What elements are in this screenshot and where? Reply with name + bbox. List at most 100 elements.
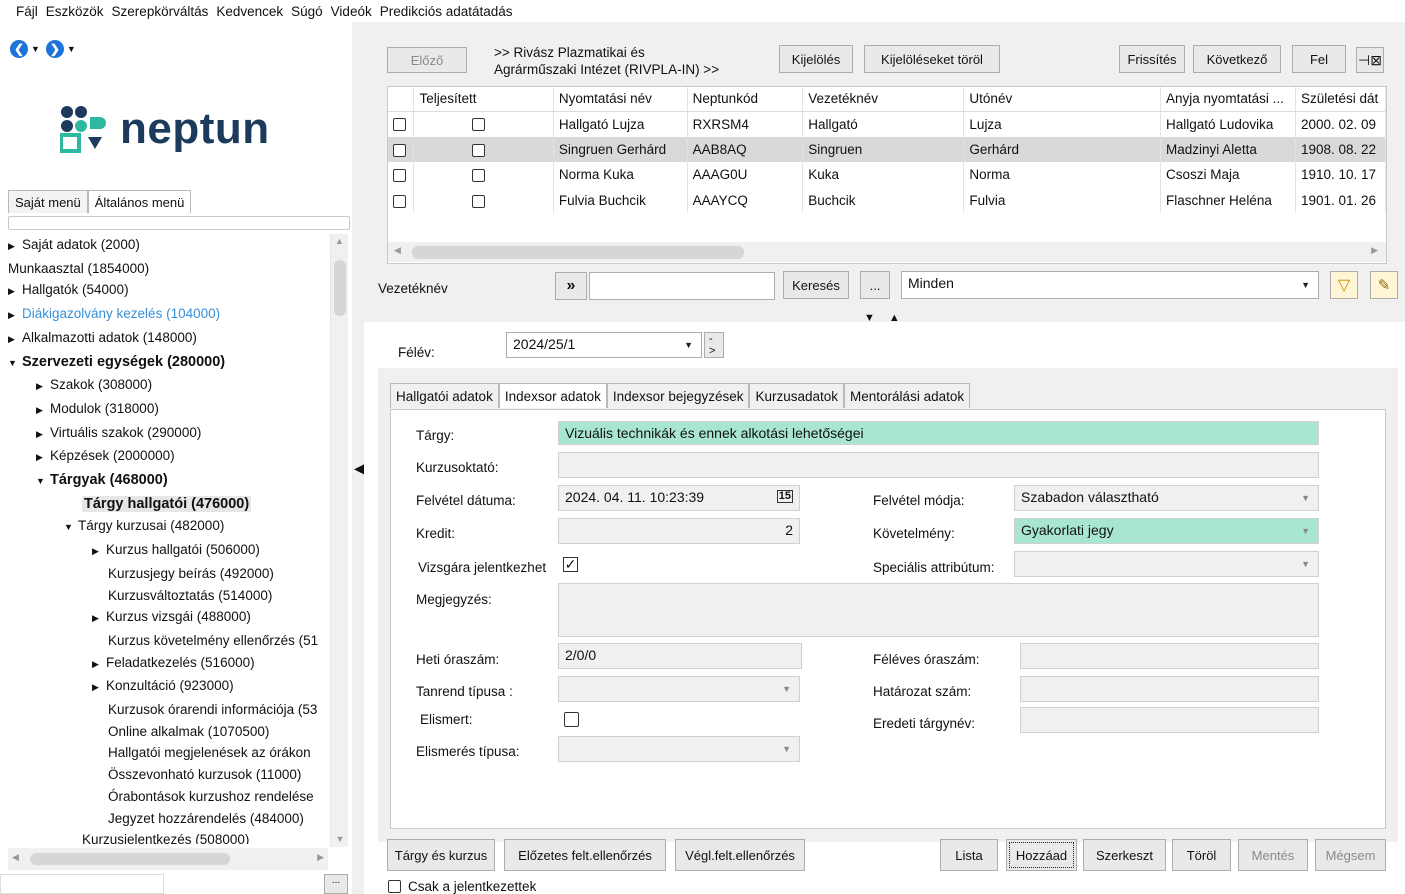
- grid-hscroll-thumb[interactable]: [412, 246, 744, 259]
- tree-item[interactable]: ▶ Szakok (308000): [8, 374, 328, 398]
- search-scope-select[interactable]: Minden ▼: [901, 271, 1319, 299]
- table-row[interactable]: Norma Kuka AAAG0U Kuka Norma Csoszi Maja 1910…: [388, 162, 1386, 188]
- table-row[interactable]: Fulvia Buchcik AAAYCQ Buchcik Fulvia Flaschn…: [388, 187, 1386, 213]
- prev-button[interactable]: Előző: [387, 47, 467, 73]
- delete-button[interactable]: Töröl: [1172, 839, 1231, 871]
- tree-vscroll-thumb[interactable]: [334, 260, 346, 316]
- menu-videos[interactable]: Videók: [331, 4, 372, 19]
- tree-item[interactable]: ▶ Alkalmazotti adatok (148000): [8, 327, 328, 351]
- final-check-button[interactable]: Végl.felt.ellenőrzés: [675, 839, 805, 871]
- col-birth-date[interactable]: Születési dát: [1295, 87, 1386, 112]
- col-mother-name[interactable]: Anyja nyomtatási ...: [1160, 87, 1296, 112]
- tree-item[interactable]: Tárgy hallgatói (476000): [8, 493, 328, 516]
- back-dropdown-icon[interactable]: ▼: [31, 44, 40, 54]
- semester-hours-field[interactable]: [1020, 643, 1319, 669]
- tab-general-menu[interactable]: Általános menü: [87, 190, 192, 213]
- note-field[interactable]: [558, 583, 1319, 637]
- select-button[interactable]: Kijelölés: [779, 45, 853, 73]
- breadcrumb-line2[interactable]: Agrárműszaki Intézet (RIVPLA-IN) >>: [494, 61, 719, 78]
- tree-item[interactable]: ▶ Képzések (2000000): [8, 445, 328, 469]
- expanded-arrow-icon[interactable]: ▼: [36, 471, 50, 493]
- weekly-hours-field[interactable]: 2/0/0: [558, 643, 802, 669]
- enroll-date-field[interactable]: 2024. 04. 11. 10:23:39 15: [558, 485, 800, 511]
- search-button[interactable]: Keresés: [783, 271, 849, 299]
- exam-checkbox[interactable]: ✓: [563, 557, 578, 572]
- up-button[interactable]: Fel: [1292, 45, 1346, 73]
- menu-role-switch[interactable]: Szerepkörváltás: [112, 4, 209, 19]
- filter-icon[interactable]: ▽: [1330, 271, 1358, 299]
- tree-item[interactable]: Munkaasztal (1854000): [8, 258, 328, 280]
- semester-select[interactable]: 2024/25/1 ▼: [506, 332, 702, 358]
- tree-item[interactable]: ▶ Feladatkezelés (516000): [8, 652, 328, 676]
- add-button[interactable]: Hozzáad: [1006, 839, 1077, 871]
- completed-checkbox[interactable]: [472, 169, 486, 183]
- collapsed-arrow-icon[interactable]: ▶: [92, 654, 106, 676]
- calendar-icon[interactable]: 15: [776, 490, 793, 503]
- tree-item[interactable]: Online alkalmak (1070500): [8, 721, 328, 743]
- menu-help[interactable]: Súgó: [291, 4, 323, 19]
- more-search-button[interactable]: ...: [860, 271, 890, 299]
- forward-dropdown-icon[interactable]: ▼: [67, 44, 76, 54]
- row-select-checkbox[interactable]: [393, 169, 406, 183]
- tree-item[interactable]: Kurzusok órarendi információja (53: [8, 699, 328, 721]
- tree-item[interactable]: ▶ Virtuális szakok (290000): [8, 422, 328, 446]
- collapsed-arrow-icon[interactable]: ▶: [36, 424, 50, 446]
- tree-item[interactable]: Összevonható kurzusok (11000): [8, 764, 328, 786]
- completed-checkbox[interactable]: [472, 118, 486, 132]
- semester-next-button[interactable]: ->: [704, 332, 724, 358]
- menu-prediction[interactable]: Predikciós adatátadás: [380, 4, 513, 19]
- next-button[interactable]: Következő: [1193, 45, 1281, 73]
- tree-item[interactable]: ▶ Modulok (318000): [8, 398, 328, 422]
- splitter[interactable]: ◀: [352, 22, 365, 894]
- subject-course-button[interactable]: Tárgy és kurzus: [387, 839, 495, 871]
- tab-own-menu[interactable]: Saját menü: [8, 190, 88, 213]
- left-bottom-field[interactable]: [0, 874, 164, 894]
- col-completed[interactable]: Teljesített: [413, 87, 554, 112]
- list-button[interactable]: Lista: [940, 839, 998, 871]
- collapsed-arrow-icon[interactable]: ▶: [92, 541, 106, 563]
- collapsed-arrow-icon[interactable]: ▶: [36, 447, 50, 469]
- left-bottom-more-button[interactable]: ...: [324, 874, 348, 894]
- tab-course-data[interactable]: Kurzusadatok: [749, 383, 845, 408]
- tab-student-data[interactable]: Hallgatói adatok: [390, 383, 499, 408]
- original-name-field[interactable]: [1020, 707, 1319, 733]
- enroll-mode-select[interactable]: Szabadon választható ▼: [1014, 485, 1319, 511]
- refresh-button[interactable]: Frissítés: [1119, 45, 1185, 73]
- grid-horizontal-scrollbar[interactable]: ◀ ▶: [388, 242, 1386, 262]
- tree-item[interactable]: Kurzusjelentkezés (508000): [8, 829, 328, 844]
- collapsed-arrow-icon[interactable]: ▶: [92, 677, 106, 699]
- menu-tools[interactable]: Eszközök: [46, 4, 104, 19]
- expanded-arrow-icon[interactable]: ▼: [64, 517, 78, 539]
- col-neptun-code[interactable]: Neptunkód: [687, 87, 804, 112]
- collapsed-arrow-icon[interactable]: ▶: [8, 329, 22, 351]
- pin-icon[interactable]: ⊣⊠: [1356, 47, 1384, 73]
- tree-item[interactable]: Kurzusjegy beírás (492000): [8, 563, 328, 585]
- accepted-checkbox[interactable]: [564, 712, 579, 727]
- tree-item[interactable]: Kurzus követelmény ellenőrzés (51: [8, 630, 328, 652]
- collapsed-arrow-icon[interactable]: ▶: [8, 281, 22, 303]
- expanded-arrow-icon[interactable]: ▼: [8, 353, 22, 375]
- col-first-name[interactable]: Utónév: [963, 87, 1162, 112]
- forward-icon[interactable]: ❯: [45, 40, 64, 58]
- tree-item[interactable]: ▼ Tárgyak (468000): [8, 469, 328, 493]
- collapsed-arrow-icon[interactable]: ▶: [8, 236, 22, 258]
- col-last-name[interactable]: Vezetéknév: [802, 87, 965, 112]
- col-select[interactable]: [388, 87, 415, 112]
- tree-item[interactable]: ▶ Kurzus vizsgái (488000): [8, 606, 328, 630]
- tree-item[interactable]: ▼ Szervezeti egységek (280000): [8, 351, 328, 375]
- tree-hscroll-thumb[interactable]: [30, 853, 230, 865]
- row-select-checkbox[interactable]: [393, 118, 406, 132]
- pre-check-button[interactable]: Előzetes felt.ellenőrzés: [504, 839, 666, 871]
- collapsed-arrow-icon[interactable]: ▶: [92, 608, 106, 630]
- subject-field[interactable]: Vizuális technikák és ennek alkotási leh…: [558, 421, 1319, 445]
- edit-filter-icon[interactable]: ✎: [1370, 271, 1398, 299]
- requirement-select[interactable]: Gyakorlati jegy ▼: [1014, 518, 1319, 544]
- tree-item[interactable]: ▶ Hallgatók (54000): [8, 279, 328, 303]
- completed-checkbox[interactable]: [472, 143, 486, 157]
- table-row[interactable]: Singruen Gerhárd AAB8AQ Singruen Gerhárd Mad…: [388, 136, 1386, 162]
- credit-field[interactable]: 2: [558, 518, 800, 544]
- tree-item[interactable]: Órabontások kurzushoz rendelése: [8, 786, 328, 808]
- edit-button[interactable]: Szerkeszt: [1083, 839, 1166, 871]
- tree-horizontal-scrollbar[interactable]: ◀ ▶: [8, 848, 328, 870]
- collapsed-arrow-icon[interactable]: ▶: [36, 376, 50, 398]
